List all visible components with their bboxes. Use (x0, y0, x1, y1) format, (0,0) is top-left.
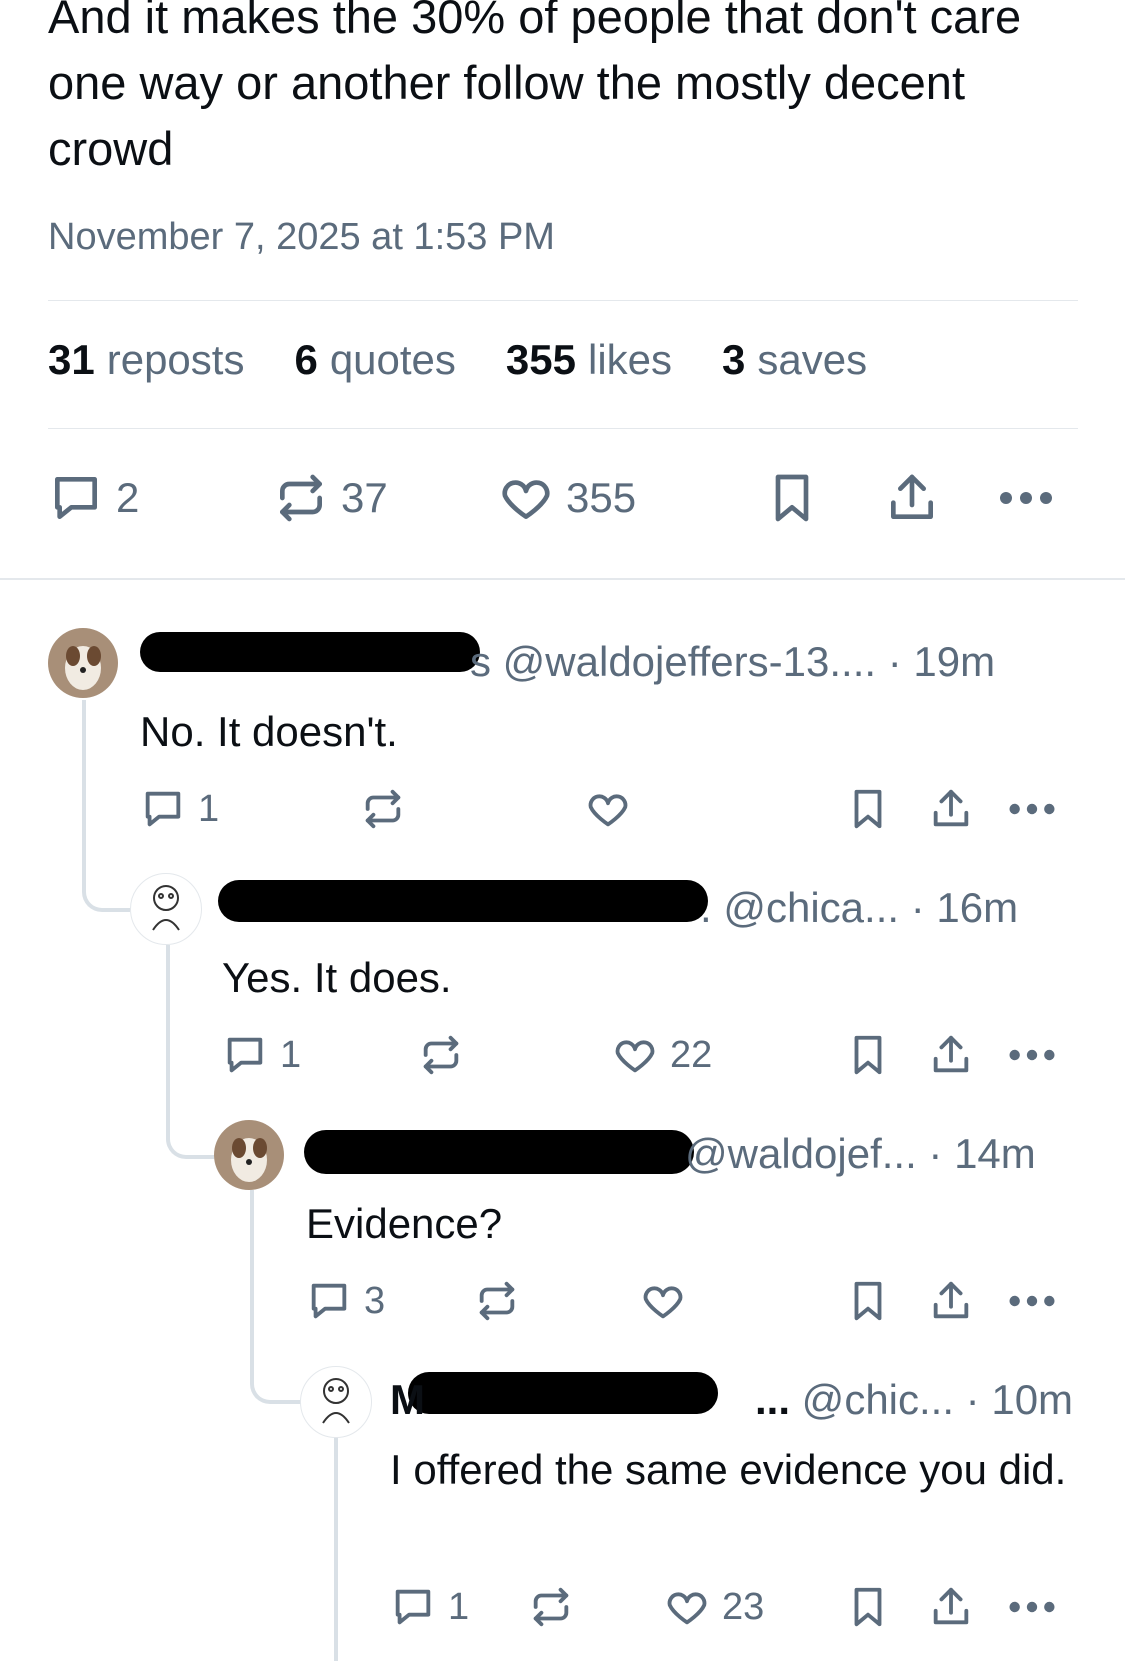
heart-icon (502, 480, 550, 519)
bookmark-button[interactable] (845, 786, 891, 832)
reply-icon (227, 1037, 263, 1073)
share-button[interactable] (884, 470, 940, 526)
thread-connector (166, 945, 214, 1159)
post-text: And it makes the 30% of people that don'… (48, 0, 1022, 175)
share-button[interactable] (928, 1278, 974, 1324)
redacted-name (304, 1130, 694, 1174)
stat-likes[interactable]: 355 likes (506, 336, 672, 384)
avatar[interactable] (48, 628, 118, 698)
thread-connector (82, 700, 130, 912)
bookmark-icon (854, 1035, 882, 1075)
reply-button[interactable]: 1 (390, 1584, 469, 1630)
reply-text: Evidence? (306, 1200, 503, 1247)
stat-reposts[interactable]: 31 reposts (48, 336, 244, 384)
reply-handle-time: . @chica... · 16m (700, 884, 1019, 931)
like-button[interactable]: 22 (612, 1032, 712, 1078)
thread-connector (250, 1190, 302, 1404)
reply-button[interactable]: 2 (48, 470, 139, 526)
more-button[interactable] (1006, 1278, 1058, 1324)
main-action-bar: 2 37 355 (48, 470, 1078, 530)
share-icon (933, 1587, 969, 1625)
more-button[interactable] (1006, 1584, 1058, 1630)
post-timestamp: November 7, 2025 at 1:53 PM (48, 216, 555, 258)
avatar[interactable] (214, 1120, 284, 1190)
bookmark-button[interactable] (845, 1032, 891, 1078)
bookmark-button[interactable] (764, 470, 820, 526)
reply-button[interactable]: 3 (306, 1278, 385, 1324)
bookmark-icon (775, 474, 809, 522)
repost-icon (365, 789, 401, 829)
bookmark-icon (854, 789, 882, 829)
reply-icon (311, 1283, 347, 1319)
reply-text: I offered the same evidence you did. (390, 1446, 1067, 1493)
redacted-name (218, 880, 708, 922)
reply-text: Yes. It does. (222, 954, 452, 1001)
repost-button[interactable] (528, 1584, 574, 1630)
heart-icon (615, 1040, 655, 1073)
reply-button[interactable]: 1 (140, 786, 219, 832)
reply-icon (145, 791, 181, 827)
repost-icon (479, 1281, 515, 1321)
share-icon (891, 474, 933, 519)
share-button[interactable] (928, 786, 974, 832)
avatar[interactable] (300, 1366, 372, 1438)
redacted-name (140, 632, 480, 672)
more-button[interactable] (1006, 786, 1058, 832)
repost-button[interactable] (360, 786, 406, 832)
share-icon (933, 1035, 969, 1073)
more-button[interactable] (1006, 1032, 1058, 1078)
share-icon (933, 789, 969, 827)
more-icon (1009, 1601, 1055, 1613)
like-button[interactable]: 23 (664, 1584, 764, 1630)
repost-icon (423, 1035, 459, 1075)
heart-icon (588, 794, 628, 827)
like-button[interactable]: 355 (498, 470, 636, 526)
divider (0, 578, 1125, 580)
more-icon (1000, 492, 1052, 504)
like-button[interactable] (585, 786, 643, 832)
thread-connector (334, 1436, 338, 1661)
post-stats: 31 reposts 6 quotes 355 likes 3 saves (48, 336, 867, 384)
repost-button[interactable]: 37 (273, 470, 388, 526)
reply-button[interactable]: 1 (222, 1032, 301, 1078)
heart-icon (643, 1286, 683, 1319)
divider (48, 428, 1078, 429)
bookmark-button[interactable] (845, 1584, 891, 1630)
reply-icon (55, 477, 97, 519)
reply-handle-time: M... @chic... · 10m (390, 1376, 1074, 1423)
like-button[interactable] (640, 1278, 698, 1324)
avatar[interactable] (130, 873, 202, 945)
bookmark-icon (854, 1587, 882, 1627)
reply-text: No. It doesn't. (140, 708, 398, 755)
reply-handle-time: @waldojef... · 14m (685, 1130, 1036, 1177)
reply-icon (395, 1589, 431, 1625)
heart-icon (667, 1592, 707, 1625)
bookmark-button[interactable] (845, 1278, 891, 1324)
repost-button[interactable] (418, 1032, 464, 1078)
bookmark-icon (854, 1281, 882, 1321)
more-icon (1009, 1295, 1055, 1307)
repost-icon (280, 474, 322, 522)
repost-button[interactable] (474, 1278, 520, 1324)
share-icon (933, 1281, 969, 1319)
stat-quotes[interactable]: 6 quotes (294, 336, 455, 384)
divider (48, 300, 1078, 301)
stat-saves[interactable]: 3 saves (722, 336, 867, 384)
repost-icon (533, 1587, 569, 1627)
more-button[interactable] (996, 470, 1056, 526)
reply-handle-time: s @waldojeffers-13.... · 19m (470, 638, 996, 685)
more-icon (1009, 1049, 1055, 1061)
more-icon (1009, 803, 1055, 815)
share-button[interactable] (928, 1032, 974, 1078)
share-button[interactable] (928, 1584, 974, 1630)
